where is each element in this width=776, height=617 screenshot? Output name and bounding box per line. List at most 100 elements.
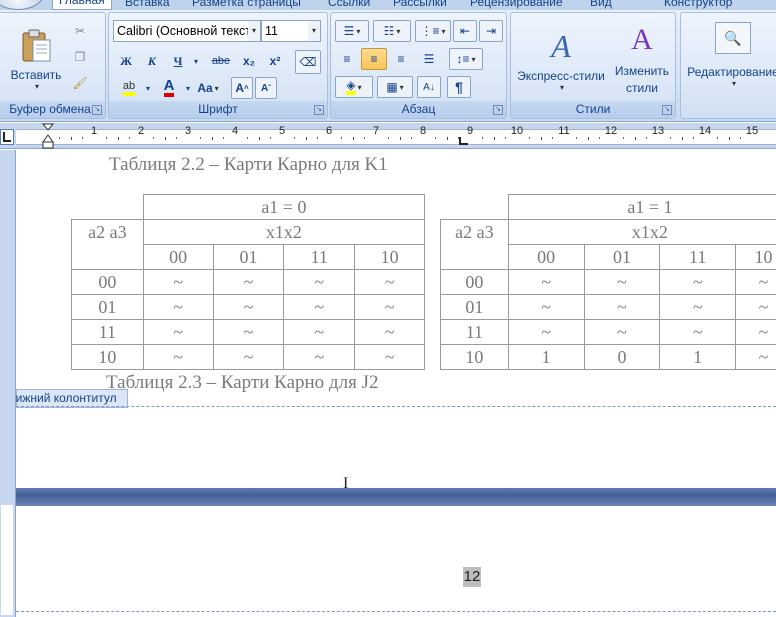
table-cell[interactable]: ~	[507, 269, 585, 295]
indent-marker-icon[interactable]	[42, 123, 54, 149]
table-cell[interactable]: ~	[142, 319, 214, 345]
underline-dropdown-icon[interactable]: ▾	[191, 50, 201, 72]
format-painter-icon[interactable]: 🖌	[69, 73, 91, 93]
align-right-icon[interactable]: ≡	[389, 48, 413, 70]
table-cell[interactable]: ~	[735, 294, 776, 320]
table-cell[interactable]: ~	[507, 294, 585, 320]
underline-button[interactable]: Ч	[167, 50, 189, 72]
line-spacing-button[interactable]: ↕≡ ▾	[449, 48, 483, 70]
tab-stop-icon[interactable]	[459, 136, 469, 146]
quick-styles-button[interactable]: A Экспресс-стили ▾	[513, 17, 609, 103]
table-cell[interactable]: ~	[659, 319, 737, 345]
table-cell[interactable]: ~	[212, 344, 285, 370]
multilevel-list-button[interactable]: ⋮≡ ▾	[415, 20, 451, 42]
tab-review[interactable]: Рецензирование	[470, 0, 563, 9]
table-cell[interactable]: ~	[354, 294, 425, 320]
table-cell[interactable]: ~	[659, 294, 737, 320]
table-cell[interactable]: ~	[507, 319, 585, 345]
highlight-dropdown-icon[interactable]: ▾	[143, 77, 153, 99]
table-cell[interactable]: ~	[142, 294, 214, 320]
table-cell[interactable]: ~	[354, 319, 425, 345]
ruler-tick	[434, 137, 436, 139]
ruler-tick	[399, 137, 401, 140]
clipboard-launcher-icon[interactable]: ↘	[92, 105, 102, 115]
table-cell[interactable]: ~	[283, 344, 356, 370]
table-cell[interactable]: ~	[212, 319, 285, 345]
vertical-ruler[interactable]	[1, 505, 13, 615]
horizontal-ruler[interactable]: 1 2 3 4 5 6 7 8 9 10 11 12 13 14 15	[0, 123, 776, 149]
table-row: 01 ~ ~ ~ ~	[440, 294, 776, 320]
italic-button[interactable]: К	[141, 50, 163, 72]
table-cell[interactable]: ~	[212, 294, 285, 320]
styles-launcher-icon[interactable]: ↘	[662, 105, 672, 115]
ruler-tick	[70, 137, 72, 140]
bullets-button[interactable]: ☰ ▾	[335, 20, 369, 42]
tab-view[interactable]: Вид	[590, 0, 612, 9]
clear-format-icon[interactable]: ⌫	[295, 50, 321, 74]
table-cell[interactable]: ~	[212, 269, 285, 295]
change-styles-button[interactable]: A Изменить стили	[609, 17, 675, 103]
highlighter-icon: ab	[122, 80, 136, 96]
table-cell[interactable]: ~	[583, 319, 661, 345]
numbering-button[interactable]: ☷ ▾	[373, 20, 411, 42]
cut-icon[interactable]: ✂	[69, 21, 91, 41]
copy-icon[interactable]: ❐	[69, 47, 91, 67]
table-cell[interactable]: ~	[283, 319, 356, 345]
align-left-icon[interactable]: ≡	[335, 48, 359, 70]
editing-button[interactable]: 🔍 Редактирование ▾	[683, 17, 776, 103]
borders-button[interactable]: ▦ ▾	[377, 76, 413, 98]
table-cell[interactable]: ~	[583, 269, 661, 295]
paste-button[interactable]: Вставить ▾	[3, 17, 69, 101]
row-label: 11	[71, 319, 144, 345]
align-center-icon[interactable]: ≡	[361, 48, 387, 70]
grow-font-button[interactable]: A ^	[231, 77, 253, 99]
bold-button[interactable]: Ж	[115, 50, 137, 72]
ruler-tick	[693, 137, 695, 139]
shading-button[interactable]: ◈ ▾	[335, 76, 373, 98]
table-cell[interactable]: ~	[659, 269, 737, 295]
table-cell[interactable]: ~	[354, 269, 425, 295]
row-label: 00	[71, 269, 144, 295]
office-button[interactable]	[0, 0, 44, 10]
font-color-button[interactable]: A	[155, 77, 183, 99]
increase-indent-icon[interactable]: ⇥	[479, 20, 503, 42]
table-cell[interactable]: ~	[142, 344, 214, 370]
font-size-combo[interactable]: 11 ▾	[261, 20, 321, 42]
ruler-tick	[223, 137, 225, 139]
subscript-button[interactable]: x₂	[237, 50, 261, 72]
document-area[interactable]: Таблиця 2.2 – Карти Карно для K1 a1 = 0 …	[16, 150, 776, 617]
table-cell[interactable]: ~	[354, 344, 425, 370]
tab-design[interactable]: Конструктор	[664, 0, 732, 9]
tab-references[interactable]: Ссылки	[328, 0, 370, 9]
table-cell[interactable]: 1	[659, 344, 737, 370]
table-cell[interactable]: ~	[283, 294, 356, 320]
tab-home[interactable]: Главная	[52, 0, 112, 10]
highlight-color-button[interactable]: ab	[115, 77, 143, 99]
row-label: 00	[440, 269, 509, 295]
table-cell[interactable]: ~	[142, 269, 214, 295]
table-cell[interactable]: ~	[735, 269, 776, 295]
justify-icon[interactable]: ☰	[417, 48, 441, 70]
sort-icon[interactable]: A↓	[417, 76, 441, 98]
paragraph-launcher-icon[interactable]: ↘	[493, 105, 503, 115]
superscript-button[interactable]: x²	[263, 50, 287, 72]
table-cell[interactable]: 1	[507, 344, 585, 370]
tab-mailings[interactable]: Рассылки	[393, 0, 447, 9]
tab-page-layout[interactable]: Разметка страницы	[192, 0, 301, 9]
change-case-button[interactable]: Aa ▾	[195, 77, 221, 99]
font-name-combo[interactable]: Calibri (Основной текст) ▾	[113, 20, 261, 42]
table-cell[interactable]: ~	[735, 319, 776, 345]
font-color-dropdown-icon[interactable]: ▾	[183, 77, 193, 99]
table-cell[interactable]: 0	[583, 344, 661, 370]
tab-selector-icon[interactable]	[0, 129, 14, 145]
strikethrough-button[interactable]: abe	[207, 50, 235, 72]
table-cell[interactable]: ~	[583, 294, 661, 320]
table-cell[interactable]: ~	[735, 344, 776, 370]
ruler-tick	[481, 137, 483, 139]
table-cell[interactable]: ~	[283, 269, 356, 295]
show-marks-button[interactable]: ¶	[447, 76, 471, 98]
shrink-font-button[interactable]: Aˇ	[255, 77, 277, 99]
font-launcher-icon[interactable]: ↘	[314, 105, 324, 115]
decrease-indent-icon[interactable]: ⇤	[453, 20, 477, 42]
tab-insert[interactable]: Вставка	[125, 0, 170, 9]
